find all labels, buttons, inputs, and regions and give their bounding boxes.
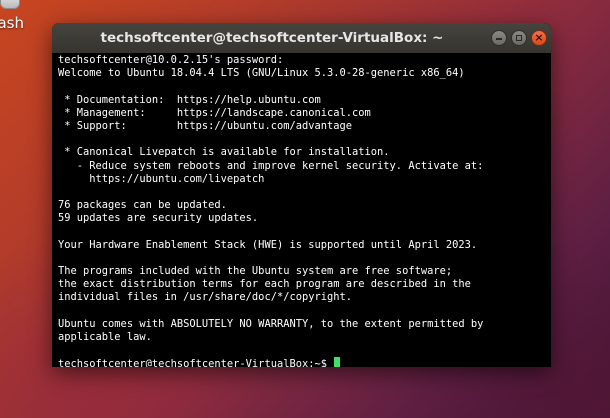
trash-icon — [0, 0, 20, 9]
terminal-line: Ubuntu comes with ABSOLUTELY NO WARRANTY… — [58, 317, 484, 330]
terminal-line: applicable law. — [58, 330, 152, 343]
window-title: techsoftcenter@techsoftcenter-VirtualBox… — [100, 30, 444, 46]
terminal-line: - Reduce system reboots and improve kern… — [58, 159, 484, 172]
terminal-prompt-line[interactable]: techsoftcenter@techsoftcenter-VirtualBox… — [58, 357, 546, 367]
window-titlebar[interactable]: techsoftcenter@techsoftcenter-VirtualBox… — [52, 23, 551, 53]
desktop-trash-shortcut[interactable]: ash — [0, 0, 30, 40]
terminal-line: * Canonical Livepatch is available for i… — [58, 146, 390, 159]
close-button[interactable]: × — [531, 30, 547, 46]
terminal-line: Your Hardware Enablement Stack (HWE) is … — [58, 238, 478, 251]
terminal-line: the exact distribution terms for each pr… — [58, 278, 471, 291]
terminal-line: techsoftcenter@10.0.2.15's password: — [58, 54, 284, 66]
shell-prompt: techsoftcenter@techsoftcenter-VirtualBox… — [58, 358, 334, 367]
terminal-line: Welcome to Ubuntu 18.04.4 LTS (GNU/Linux… — [58, 67, 465, 80]
trash-label: ash — [0, 14, 24, 32]
minimize-icon — [496, 38, 502, 40]
close-icon: × — [534, 31, 544, 44]
minimize-button[interactable] — [491, 30, 507, 46]
terminal-line: The programs included with the Ubuntu sy… — [58, 265, 453, 277]
terminal-line: * Management: https://landscape.canonica… — [58, 106, 371, 119]
maximize-icon — [516, 35, 522, 41]
terminal-line: 59 updates are security updates. — [58, 212, 259, 225]
terminal-line: 76 packages can be updated. — [58, 199, 227, 212]
terminal-line: individual files in /usr/share/doc/*/cop… — [58, 291, 353, 304]
terminal-window[interactable]: techsoftcenter@techsoftcenter-VirtualBox… — [52, 23, 551, 367]
terminal-line: * Support: https://ubuntu.com/advantage — [58, 119, 353, 132]
text-cursor — [334, 357, 341, 367]
terminal-line: * Documentation: https://help.ubuntu.com — [58, 93, 321, 106]
terminal-line: https://ubuntu.com/livepatch — [58, 172, 265, 185]
maximize-button[interactable] — [511, 30, 527, 46]
terminal-output[interactable]: techsoftcenter@10.0.2.15's password: Wel… — [58, 54, 546, 367]
